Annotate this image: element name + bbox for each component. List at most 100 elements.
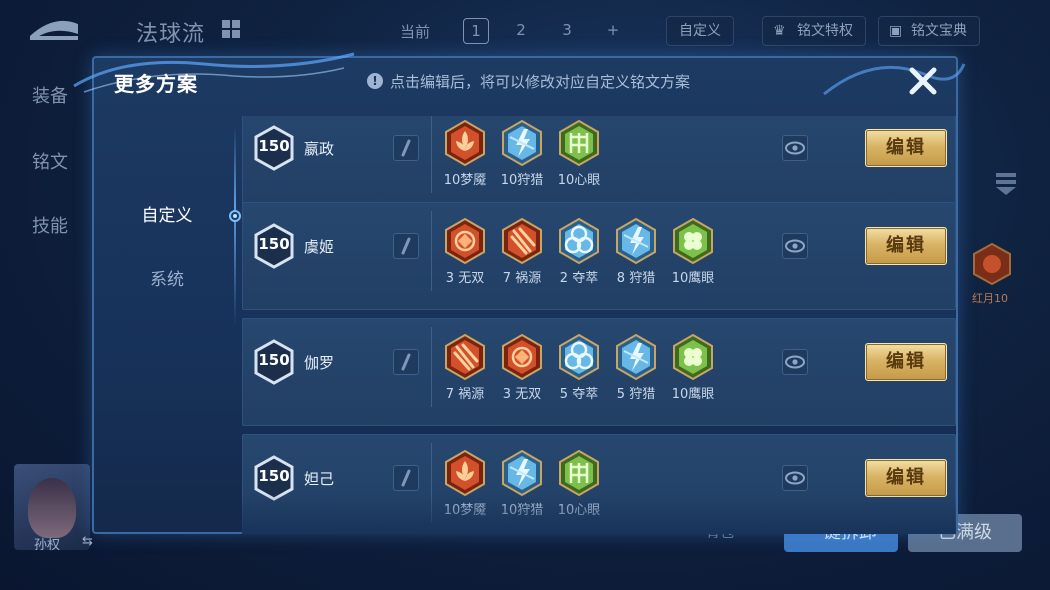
grid-icon[interactable] xyxy=(222,20,240,38)
current-label: 当前 xyxy=(400,23,431,41)
rune-label: 3 无双 xyxy=(502,387,542,402)
blue-bolt-rune-icon[interactable] xyxy=(500,119,544,167)
rename-button[interactable] xyxy=(393,349,419,375)
green-clover-rune-icon[interactable] xyxy=(671,333,715,381)
rune-set-title: 法球流 xyxy=(136,22,206,47)
add-page-button[interactable]: + xyxy=(600,18,626,44)
rune-label: 10心眼 xyxy=(557,503,601,518)
filter-icon[interactable] xyxy=(994,170,1018,196)
rune-label: 7 祸源 xyxy=(502,271,542,286)
side-menu-runes[interactable]: 铭文 xyxy=(32,148,68,174)
red-gem-rune-icon[interactable] xyxy=(443,217,487,265)
rename-button[interactable] xyxy=(393,135,419,161)
eye-icon xyxy=(785,355,805,369)
row-divider xyxy=(431,211,432,291)
edit-plan-button[interactable]: 编辑 xyxy=(865,227,947,265)
edit-notice: 点击编辑后，将可以修改对应自定义铭文方案 xyxy=(390,73,691,91)
plan-level: 150 xyxy=(258,235,290,253)
preview-button[interactable] xyxy=(782,465,808,491)
blue-knot-rune-icon[interactable] xyxy=(557,217,601,265)
rune-label: 10鹰眼 xyxy=(671,271,715,286)
plan-level: 150 xyxy=(258,467,290,485)
rename-button[interactable] xyxy=(393,233,419,259)
plan-name: 伽罗 xyxy=(304,354,335,372)
active-tab-indicator xyxy=(229,210,241,222)
page-tab-2[interactable]: 2 xyxy=(508,18,534,44)
eye-icon xyxy=(785,471,805,485)
plan-row[interactable]: 150 妲己 10梦魇 10狩猎 10心眼 编辑 xyxy=(242,434,956,534)
custom-button[interactable]: 自定义 xyxy=(666,16,734,46)
plan-list[interactable]: 150 嬴政 10梦魇 10狩猎 10心眼 编辑 150 虞姬 3 无双 7 祸源 2 夺萃 8 狩猎… xyxy=(242,116,956,534)
row-divider xyxy=(431,443,432,523)
rune-label: 3 无双 xyxy=(445,271,485,286)
rune-label: 10狩猎 xyxy=(500,503,544,518)
side-menu-skills[interactable]: 技能 xyxy=(32,212,68,238)
rune-label: 10鹰眼 xyxy=(671,387,715,402)
preview-button[interactable] xyxy=(782,349,808,375)
red-claw-rune-icon[interactable] xyxy=(500,217,544,265)
rune-label: 7 祸源 xyxy=(445,387,485,402)
plan-row[interactable]: 150 虞姬 3 无双 7 祸源 2 夺萃 8 狩猎 10鹰眼 编辑 xyxy=(242,202,956,310)
green-clover-rune-icon[interactable] xyxy=(671,217,715,265)
edit-plan-button[interactable]: 编辑 xyxy=(865,343,947,381)
plan-level: 150 xyxy=(258,351,290,369)
plan-name: 妲己 xyxy=(304,470,335,488)
red-flower-rune-icon[interactable] xyxy=(443,449,487,497)
blue-bolt-rune-icon[interactable] xyxy=(614,333,658,381)
tab-system[interactable]: 系统 xyxy=(94,260,240,300)
green-gate-rune-icon[interactable] xyxy=(557,119,601,167)
edit-plan-button[interactable]: 编辑 xyxy=(865,129,947,167)
close-icon xyxy=(909,67,937,95)
rune-codex-button[interactable]: ▣ 铭文宝典 xyxy=(878,16,980,46)
info-icon: ! xyxy=(367,73,383,89)
plan-name: 虞姬 xyxy=(304,238,335,256)
pencil-icon xyxy=(401,469,411,487)
rune-label: 5 夺萃 xyxy=(559,387,599,402)
rune-label: 10梦魇 xyxy=(443,173,487,188)
rune-label: 10梦魇 xyxy=(443,503,487,518)
red-moon-rune-icon[interactable] xyxy=(970,242,1014,286)
more-plans-dialog: 更多方案 ! 点击编辑后，将可以修改对应自定义铭文方案 自定义 系统 150 嬴政… xyxy=(73,52,966,534)
dialog-header: 更多方案 ! 点击编辑后，将可以修改对应自定义铭文方案 xyxy=(94,58,956,104)
rune-privilege-button[interactable]: ♛ 铭文特权 xyxy=(762,16,866,46)
rune-label: 2 夺萃 xyxy=(559,271,599,286)
red-moon-rune-label: 红月10 xyxy=(972,292,1008,305)
blue-bolt-rune-icon[interactable] xyxy=(614,217,658,265)
plan-row[interactable]: 150 嬴政 10梦魇 10狩猎 10心眼 编辑 xyxy=(242,116,956,212)
eye-icon xyxy=(785,239,805,253)
pencil-icon xyxy=(401,353,411,371)
rune-codex-label: 铭文宝典 xyxy=(911,23,967,39)
plan-row[interactable]: 150 伽罗 7 祸源 3 无双 5 夺萃 5 狩猎 10鹰眼 编辑 xyxy=(242,318,956,426)
swap-icon[interactable]: ⇆ xyxy=(82,534,93,549)
side-menu-equipment[interactable]: 装备 xyxy=(32,82,68,108)
rune-label: 10狩猎 xyxy=(500,173,544,188)
top-bar: 法球流 当前 1 2 3 + 自定义 ♛ 铭文特权 ▣ 铭文宝典 xyxy=(0,0,1050,58)
green-gate-rune-icon[interactable] xyxy=(557,449,601,497)
back-button[interactable] xyxy=(24,16,84,46)
red-claw-rune-icon[interactable] xyxy=(443,333,487,381)
blue-knot-rune-icon[interactable] xyxy=(557,333,601,381)
edit-plan-button[interactable]: 编辑 xyxy=(865,459,947,497)
tab-custom[interactable]: 自定义 xyxy=(94,196,240,236)
plan-level: 150 xyxy=(258,137,290,155)
page-tab-3[interactable]: 3 xyxy=(554,18,580,44)
page-tab-1[interactable]: 1 xyxy=(463,18,489,44)
blue-bolt-rune-icon[interactable] xyxy=(500,449,544,497)
plan-name: 嬴政 xyxy=(304,140,335,158)
preview-button[interactable] xyxy=(782,233,808,259)
red-gem-rune-icon[interactable] xyxy=(500,333,544,381)
book-icon: ▣ xyxy=(889,23,903,39)
plan-category-nav: 自定义 系统 xyxy=(94,116,241,534)
pencil-icon xyxy=(401,237,411,255)
close-button[interactable] xyxy=(906,64,940,98)
eye-icon xyxy=(785,141,805,155)
back-arrow-icon xyxy=(30,20,78,40)
rename-button[interactable] xyxy=(393,465,419,491)
preview-button[interactable] xyxy=(782,135,808,161)
rune-label: 5 狩猎 xyxy=(616,387,656,402)
rune-label: 10心眼 xyxy=(557,173,601,188)
rune-privilege-label: 铭文特权 xyxy=(797,23,853,39)
row-divider xyxy=(431,116,432,193)
red-flower-rune-icon[interactable] xyxy=(443,119,487,167)
pencil-icon xyxy=(401,139,411,157)
